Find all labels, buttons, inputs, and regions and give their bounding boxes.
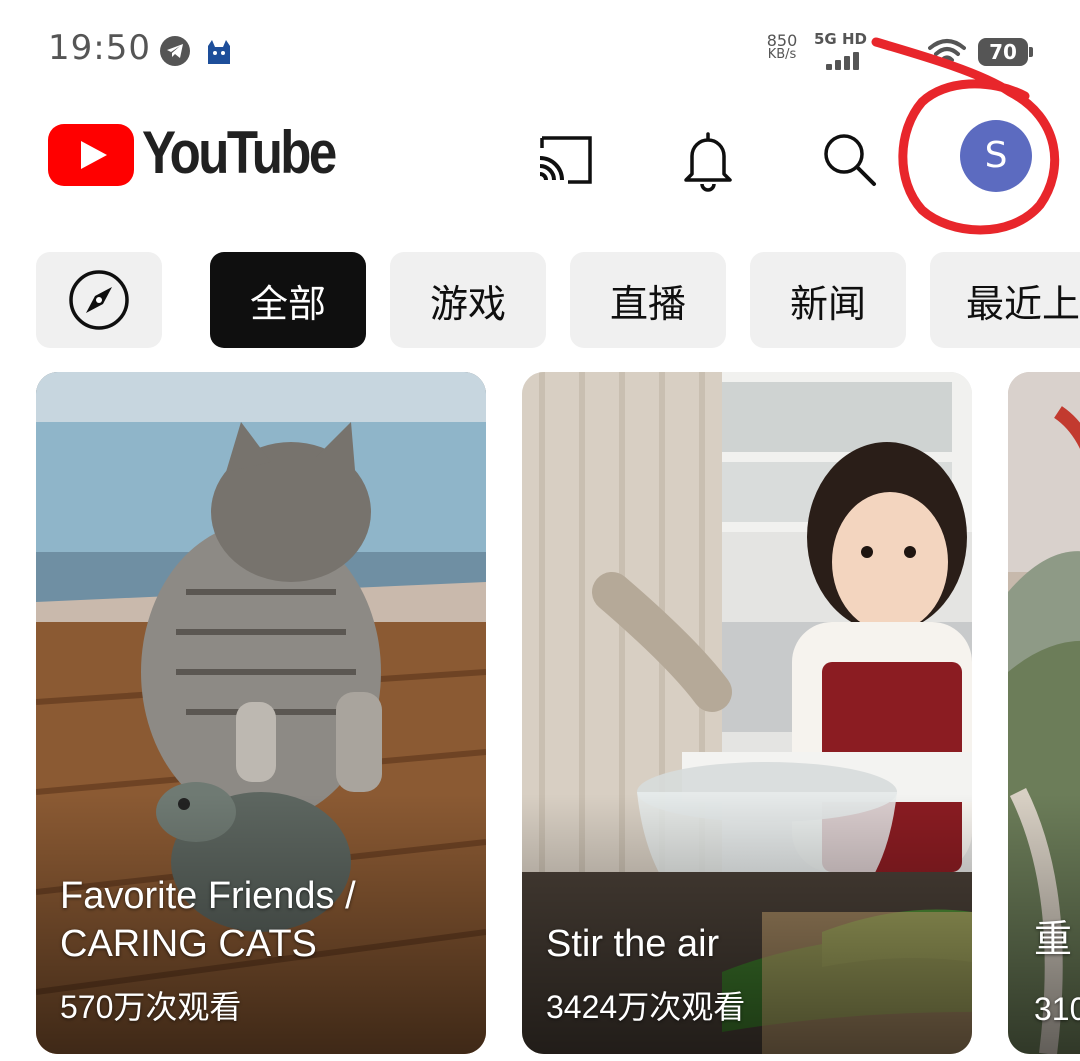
short-title: Favorite Friends / CARING CATS	[60, 875, 356, 965]
cast-icon	[539, 136, 592, 184]
explore-chip[interactable]	[36, 252, 162, 348]
youtube-logo-icon[interactable]	[48, 124, 134, 186]
short-title: Stir the air	[546, 923, 720, 965]
short-view-count: 570万次观看	[60, 989, 242, 1025]
telegram-icon	[160, 36, 190, 66]
chip-news[interactable]: 新闻	[750, 252, 906, 348]
search-icon	[824, 134, 876, 186]
short-card[interactable]: Favorite Friends / CARING CATS 570万次观看	[36, 372, 486, 1054]
short-title: 重 的	[1034, 919, 1080, 961]
status-bar: 19:50 850 KB/s 5G HD 70	[0, 0, 1080, 100]
battery-indicator: 70	[978, 38, 1033, 66]
search-button[interactable]	[810, 120, 890, 200]
short-view-count: 310	[1034, 991, 1080, 1027]
category-chip-bar: 全部 游戏 直播 新闻 最近上	[36, 252, 1080, 348]
cat-app-icon	[204, 36, 234, 66]
short-card[interactable]: Stir the air 3424万次观看	[522, 372, 972, 1054]
status-time: 19:50	[48, 28, 151, 68]
bell-icon	[684, 132, 732, 192]
chip-gaming[interactable]: 游戏	[390, 252, 546, 348]
network-type-label: 5G HD	[814, 30, 867, 48]
compass-icon	[69, 270, 129, 330]
cast-button[interactable]	[524, 120, 604, 200]
youtube-wordmark[interactable]: YouTube	[142, 118, 337, 187]
network-speed-unit: KB/s	[767, 47, 797, 62]
network-speed: 850 KB/s	[762, 31, 802, 62]
top-app-bar: YouTube S	[0, 100, 1080, 230]
notifications-button[interactable]	[668, 120, 748, 200]
account-avatar[interactable]: S	[960, 120, 1032, 192]
network-speed-value: 850	[766, 31, 798, 50]
wifi-icon	[928, 38, 966, 72]
short-card[interactable]: 重 的 310	[1008, 372, 1080, 1054]
short-view-count: 3424万次观看	[546, 989, 746, 1025]
cellular-signal-icon	[826, 50, 866, 70]
chip-live[interactable]: 直播	[570, 252, 726, 348]
chip-recently-uploaded[interactable]: 最近上	[930, 252, 1080, 348]
chip-all[interactable]: 全部	[210, 252, 366, 348]
